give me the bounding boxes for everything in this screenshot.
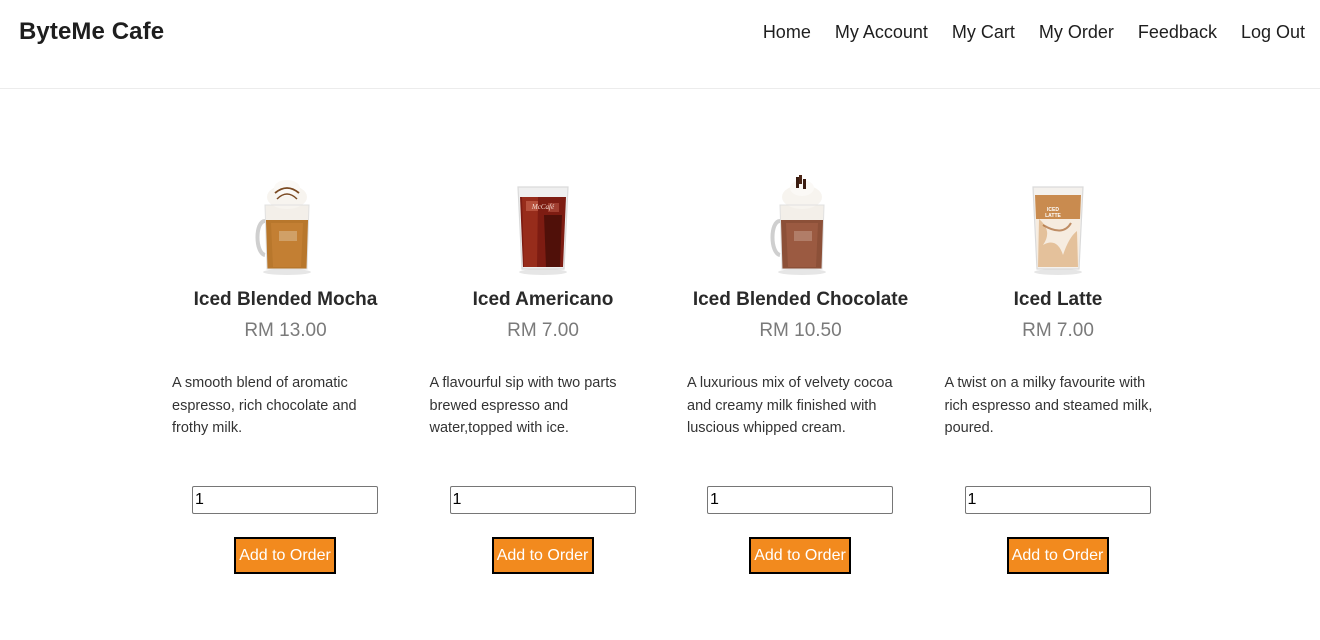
product-price: RM 7.00 [1022, 320, 1094, 341]
main-nav: Home My Account My Cart My Order Feedbac… [763, 21, 1305, 43]
svg-text:LATTE: LATTE [1045, 213, 1061, 219]
product-card: ICED LATTE Iced Latte RM 7.00 A twist on… [930, 175, 1188, 585]
quantity-input[interactable] [449, 486, 636, 514]
product-grid: Iced Blended Mocha RM 13.00 A smooth ble… [157, 175, 1187, 585]
product-name: Iced Blended Mocha [193, 289, 378, 310]
quantity-input[interactable] [707, 486, 893, 514]
product-description: A twist on a milky favourite with rich e… [944, 375, 1153, 436]
add-to-order-button[interactable]: Add to Order [1006, 537, 1109, 574]
add-to-order-button[interactable]: Add to Order [234, 537, 336, 574]
add-to-order-button[interactable]: Add to Order [749, 537, 851, 574]
product-image: McCafé [415, 175, 672, 280]
nav-home[interactable]: Home [763, 21, 811, 43]
nav-feedback[interactable]: Feedback [1138, 21, 1217, 43]
nav-my-cart[interactable]: My Cart [952, 21, 1015, 43]
nav-my-account[interactable]: My Account [835, 21, 928, 43]
product-card: Iced Blended Mocha RM 13.00 A smooth ble… [157, 175, 415, 585]
svg-text:McCafé: McCafé [531, 203, 555, 211]
iced-americano-image: McCafé [517, 186, 569, 275]
quantity-input[interactable] [192, 486, 378, 514]
product-description: A flavourful sip with two parts brewed e… [429, 375, 617, 436]
iced-latte-image: ICED LATTE [1032, 186, 1084, 275]
product-card: Iced Blended Chocolate RM 10.50 A luxuri… [672, 175, 930, 585]
product-card: McCafé Iced Americano RM 7.00 A flavourf… [415, 175, 673, 585]
quantity-input[interactable] [964, 486, 1151, 514]
brand-title[interactable]: ByteMe Cafe [19, 18, 164, 46]
nav-log-out[interactable]: Log Out [1241, 21, 1305, 43]
product-image [157, 175, 414, 280]
add-to-order-button[interactable]: Add to Order [491, 537, 594, 574]
product-image: ICED LATTE [930, 175, 1187, 280]
product-name: Iced Americano [472, 289, 614, 310]
product-price: RM 13.00 [244, 320, 327, 341]
product-description: A luxurious mix of velvety cocoa and cre… [687, 375, 893, 436]
product-price: RM 7.00 [507, 320, 579, 341]
nav-my-order[interactable]: My Order [1039, 21, 1114, 43]
product-price: RM 10.50 [759, 320, 842, 341]
product-description: A smooth blend of aromatic espresso, ric… [172, 375, 357, 436]
product-image [672, 175, 929, 280]
product-name: Iced Blended Chocolate [692, 289, 909, 310]
product-name: Iced Latte [1013, 289, 1103, 310]
iced-blended-chocolate-image [770, 175, 826, 275]
iced-blended-mocha-image [255, 180, 311, 275]
site-header: ByteMe Cafe Home My Account My Cart My O… [0, 0, 1320, 89]
